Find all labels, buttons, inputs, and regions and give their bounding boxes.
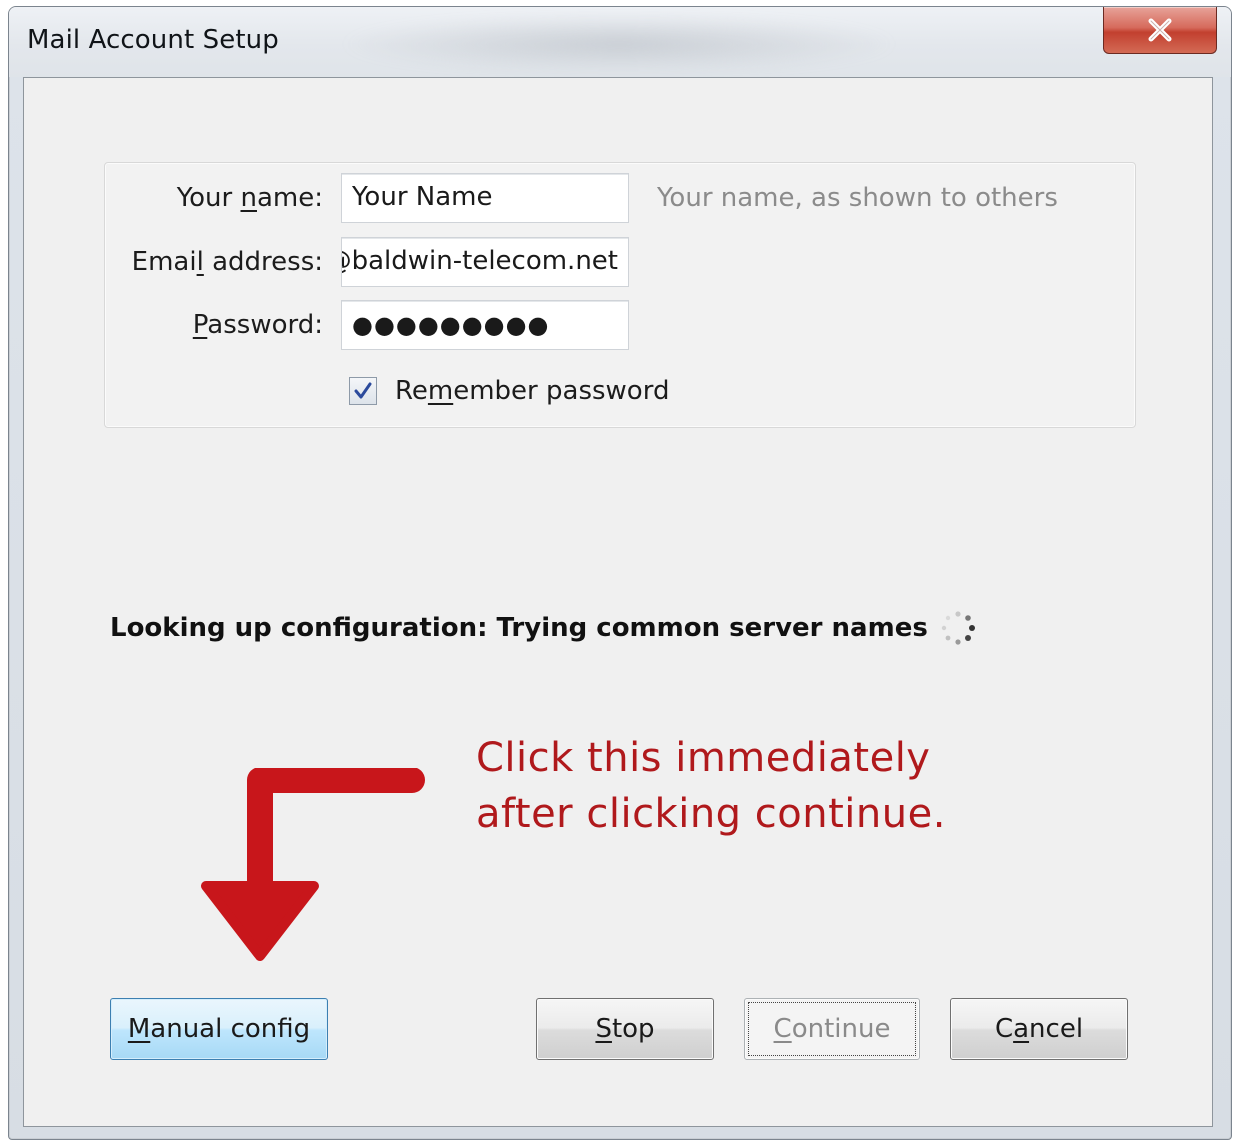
name-input[interactable]: Your Name — [341, 173, 629, 223]
name-input-value: Your Name — [352, 182, 493, 212]
email-input[interactable]: @baldwin-telecom.net — [341, 237, 629, 287]
red-arrow-icon — [201, 768, 425, 961]
manual-config-button[interactable]: Manual config — [110, 998, 328, 1060]
red-annotation: Click this immediately after clicking co… — [476, 730, 946, 842]
window-title: Mail Account Setup — [27, 25, 279, 55]
remember-password-label[interactable]: Remember password — [395, 376, 669, 406]
status-text: Looking up configuration: Trying common … — [110, 613, 928, 643]
title-bar-background-blur — [339, 15, 899, 73]
account-form-group: Your name: Your Name Your name, as shown… — [104, 162, 1136, 428]
continue-button[interactable]: Continue — [744, 998, 920, 1060]
email-row: Email address: @baldwin-telecom.net — [105, 237, 1135, 289]
password-input-value: ●●●●●●●●● — [352, 311, 550, 339]
close-button[interactable] — [1103, 7, 1217, 54]
name-row: Your name: Your Name Your name, as shown… — [105, 173, 1135, 225]
email-label: Email address: — [131, 247, 323, 277]
dialog-window: Mail Account Setup Your name: Your Name … — [8, 6, 1232, 1140]
checkmark-icon — [354, 382, 372, 399]
title-bar[interactable]: Mail Account Setup — [9, 7, 1231, 77]
name-label: Your name: — [176, 183, 323, 213]
annotation-line-2: after clicking continue. — [476, 791, 946, 837]
status-line: Looking up configuration: Trying common … — [110, 608, 978, 648]
remember-password-row[interactable]: Remember password — [349, 373, 669, 409]
password-label: Password: — [192, 310, 323, 340]
loading-spinner-icon — [941, 611, 975, 645]
focus-rectangle — [748, 1002, 916, 1056]
password-row: Password: ●●●●●●●●● — [105, 300, 1135, 352]
dialog-client-area: Your name: Your Name Your name, as shown… — [23, 77, 1213, 1127]
password-input[interactable]: ●●●●●●●●● — [341, 300, 629, 350]
stop-button[interactable]: Stop — [536, 998, 714, 1060]
annotation-line-1: Click this immediately — [476, 735, 931, 781]
email-input-value: @baldwin-telecom.net — [341, 246, 618, 276]
close-icon — [1148, 18, 1172, 42]
cancel-button[interactable]: Ca ncel — [950, 998, 1128, 1060]
name-hint: Your name, as shown to others — [657, 183, 1058, 213]
remember-password-checkbox[interactable] — [349, 377, 377, 405]
